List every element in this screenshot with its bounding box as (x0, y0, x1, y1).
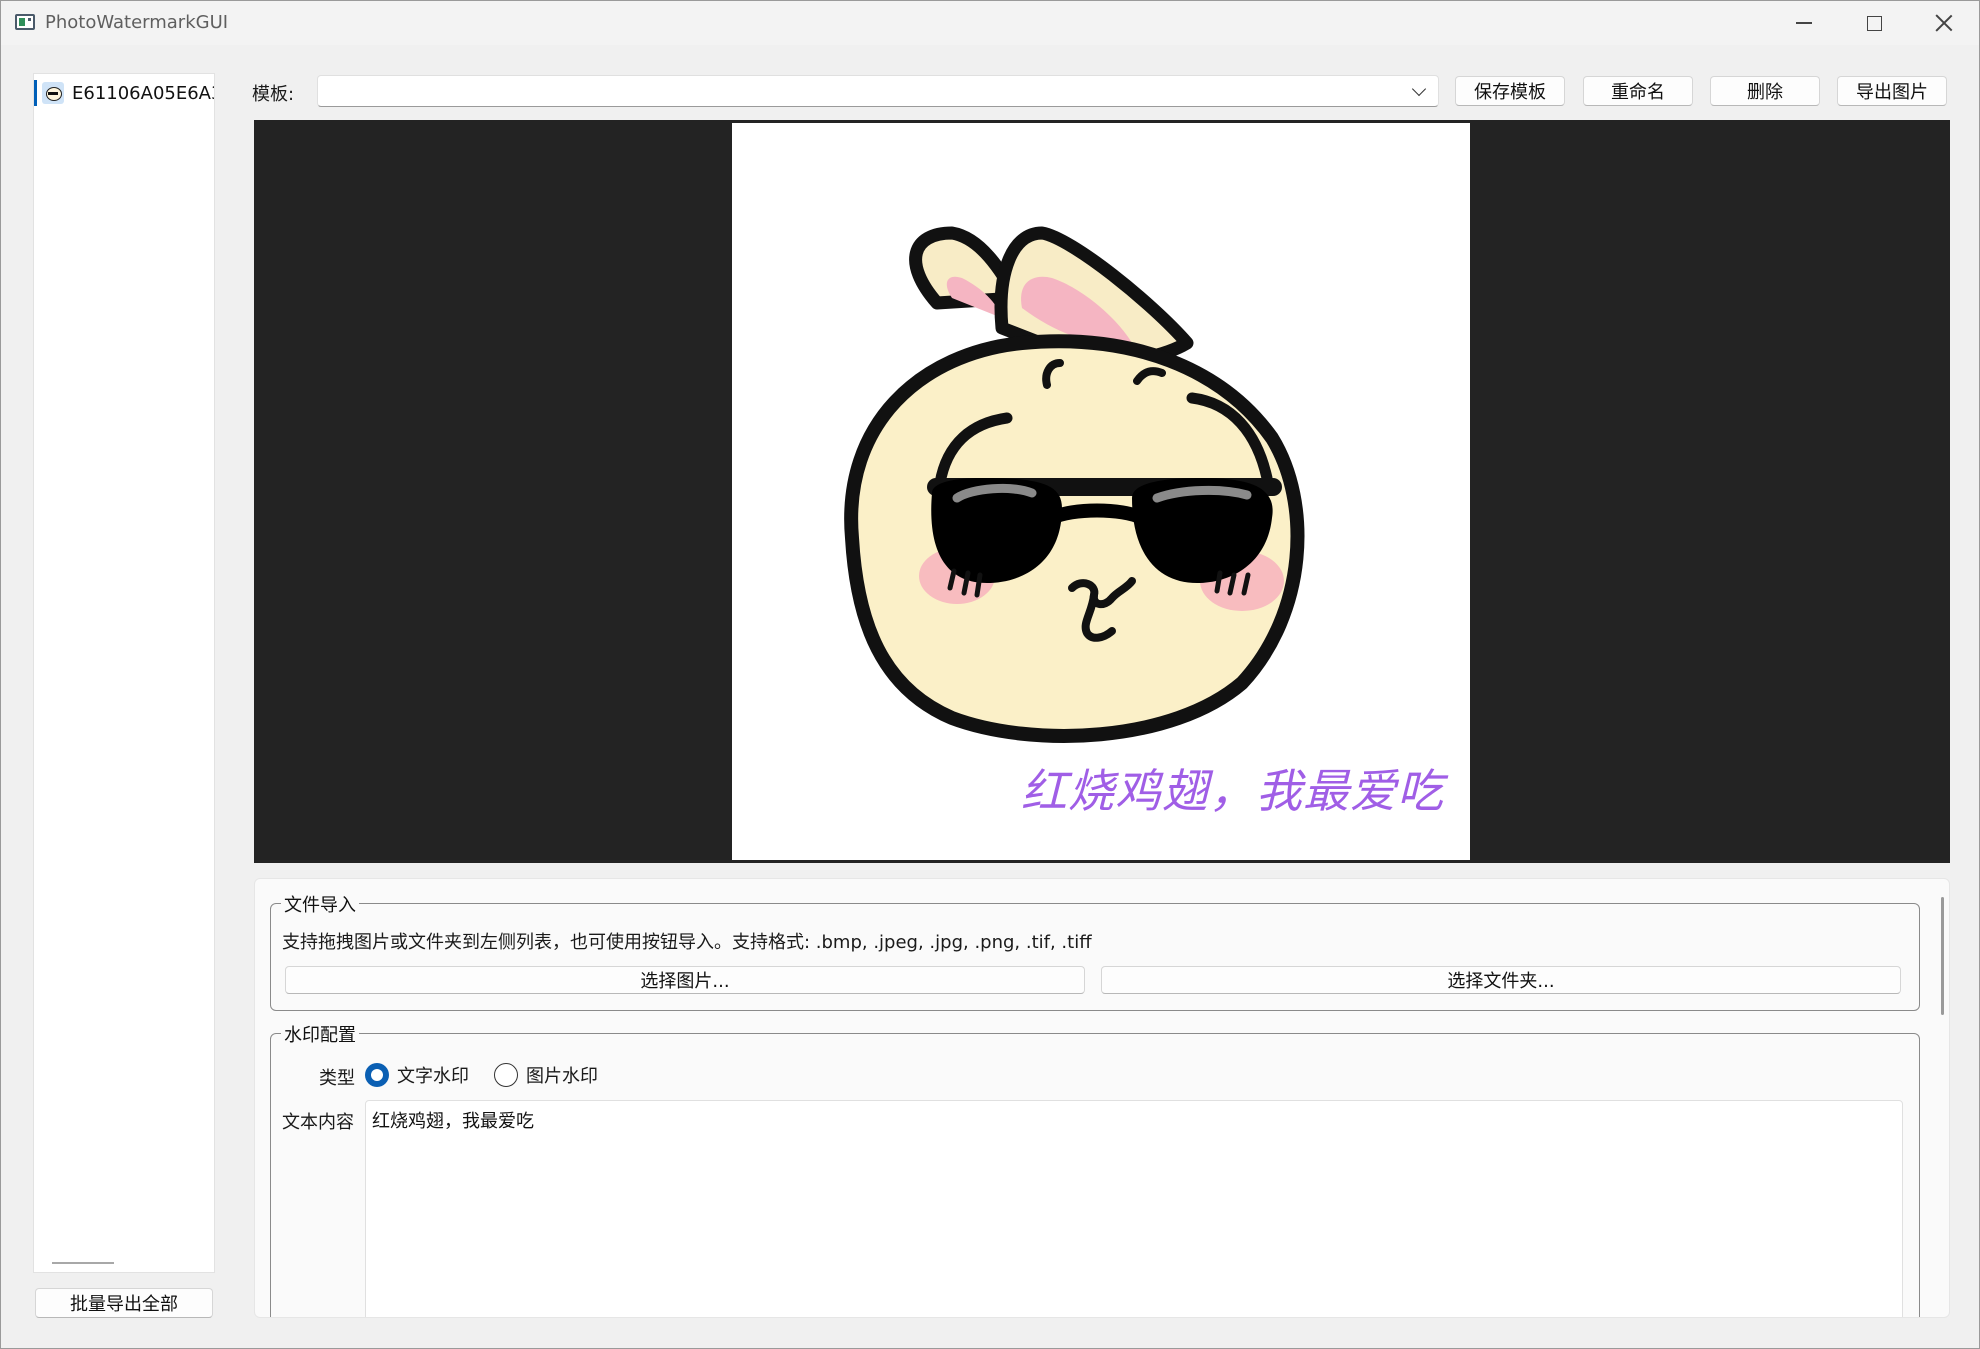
minimize-button[interactable] (1771, 1, 1837, 45)
image-watermark-label: 图片水印 (526, 1066, 598, 1087)
template-select[interactable] (317, 75, 1439, 107)
vertical-scrollbar[interactable] (1941, 897, 1944, 1015)
maximize-button[interactable] (1841, 1, 1907, 45)
select-image-button[interactable]: 选择图片... (285, 966, 1085, 994)
file-import-title: 文件导入 (281, 891, 359, 917)
file-name: E61106A05E6A38 (72, 82, 214, 104)
maximize-icon (1866, 15, 1882, 31)
minimize-icon (1796, 22, 1812, 24)
radio-checked-icon (365, 1063, 389, 1087)
type-label: 类型 (319, 1068, 355, 1089)
close-button[interactable] (1911, 1, 1977, 45)
select-folder-button[interactable]: 选择文件夹... (1101, 966, 1901, 994)
image-watermark-radio[interactable]: 图片水印 (494, 1062, 598, 1088)
import-hint-text: 支持拖拽图片或文件夹到左侧列表，也可使用按钮导入。支持格式: .bmp, .jp… (282, 932, 1092, 953)
app-icon (15, 14, 35, 30)
window-title: PhotoWatermarkGUI (45, 12, 229, 33)
image-thumbnail-icon (42, 82, 64, 104)
watermark-config-title: 水印配置 (281, 1021, 359, 1047)
file-list[interactable]: E61106A05E6A38 (33, 73, 215, 1273)
chevron-down-icon (1411, 81, 1427, 97)
text-content-label: 文本内容 (282, 1112, 354, 1133)
text-watermark-label: 文字水印 (397, 1066, 469, 1087)
horizontal-scrollbar[interactable] (52, 1262, 114, 1264)
save-template-button[interactable]: 保存模板 (1455, 76, 1565, 106)
rabbit-image (844, 226, 1305, 743)
delete-template-button[interactable]: 删除 (1710, 76, 1820, 106)
radio-unchecked-icon (494, 1063, 518, 1087)
template-label: 模板: (252, 84, 295, 105)
settings-panel[interactable]: 文件导入 支持拖拽图片或文件夹到左侧列表，也可使用按钮导入。支持格式: .bmp… (254, 878, 1950, 1318)
app-window: PhotoWatermarkGUI E61106A05E6A38 批量导出全部 … (0, 0, 1980, 1349)
watermark-overlay-text[interactable]: 红烧鸡翅，我最爱吃 (1021, 755, 1444, 821)
export-image-button[interactable]: 导出图片 (1837, 76, 1947, 106)
preview-area: 红烧鸡翅，我最爱吃 (254, 120, 1950, 863)
preview-canvas: 红烧鸡翅，我最爱吃 (732, 123, 1470, 860)
text-content-input[interactable]: 红烧鸡翅，我最爱吃 (365, 1100, 1903, 1317)
batch-export-button[interactable]: 批量导出全部 (35, 1288, 213, 1318)
text-watermark-radio[interactable]: 文字水印 (365, 1062, 469, 1088)
title-bar[interactable]: PhotoWatermarkGUI (1, 1, 1979, 45)
close-icon (1935, 14, 1953, 32)
rename-template-button[interactable]: 重命名 (1583, 76, 1693, 106)
watermark-config-group: 水印配置 类型 文字水印 图片水印 文本内容 红烧鸡翅，我最爱吃 (270, 1021, 1920, 1317)
file-list-item[interactable]: E61106A05E6A38 (34, 78, 214, 108)
file-import-group: 文件导入 支持拖拽图片或文件夹到左侧列表，也可使用按钮导入。支持格式: .bmp… (270, 891, 1920, 1011)
